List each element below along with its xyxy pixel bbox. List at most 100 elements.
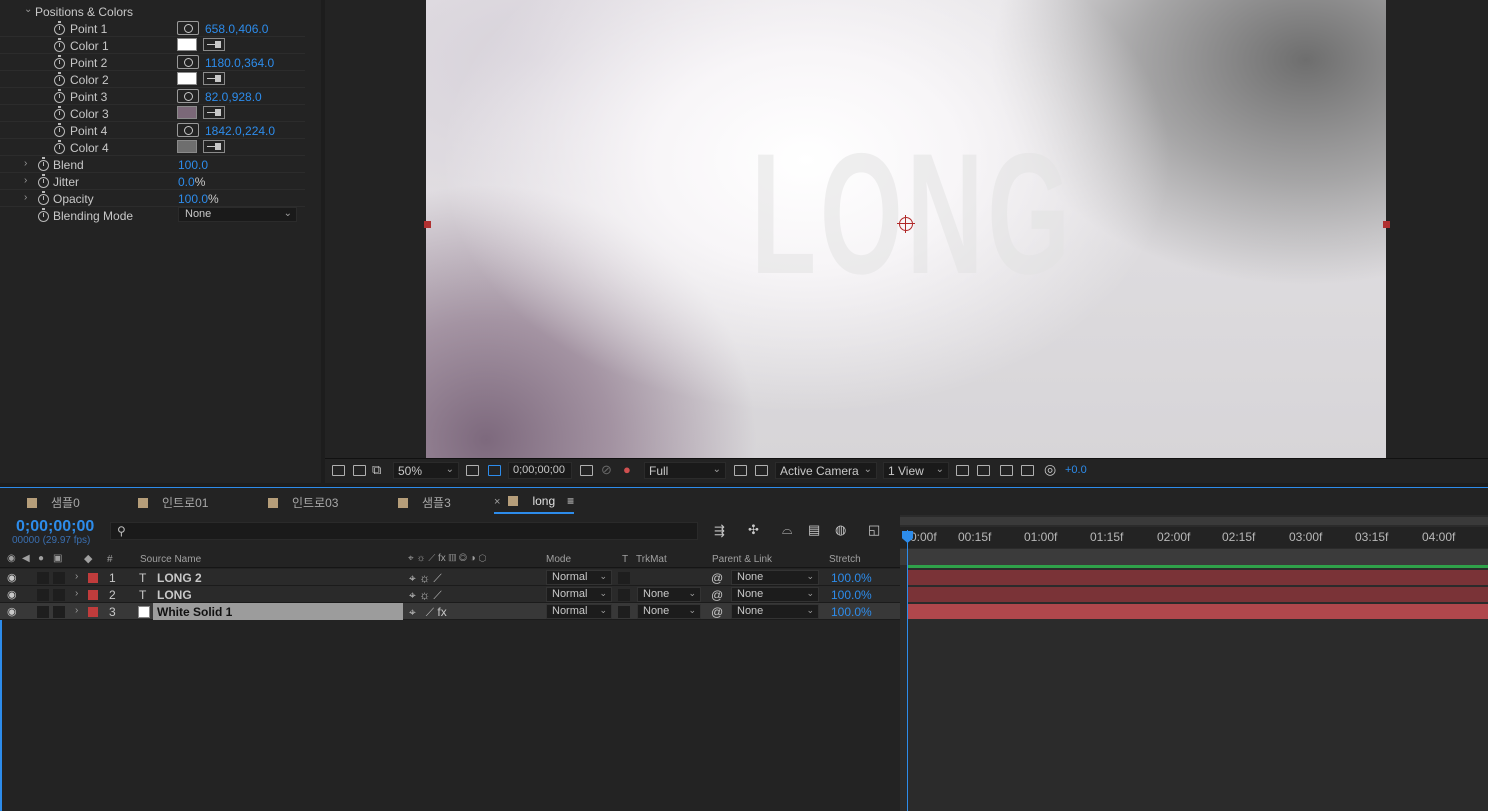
trkmat-dropdown[interactable]: None ⌄: [637, 604, 701, 619]
preserve-transparency-toggle[interactable]: [618, 572, 630, 584]
crosshair-icon[interactable]: [177, 21, 199, 35]
layer-name[interactable]: LONG 2: [157, 571, 202, 585]
camera-snapshot-icon[interactable]: [580, 465, 593, 476]
current-time-indicator[interactable]: [907, 530, 908, 811]
point-3-value[interactable]: 82.0,928.0: [205, 90, 262, 104]
chevron-right-icon[interactable]: ›: [24, 192, 27, 203]
stopwatch-icon[interactable]: [38, 157, 49, 171]
layer-search-input[interactable]: ⚲: [110, 522, 698, 540]
stretch-value[interactable]: 100.0%: [831, 588, 872, 602]
trkmat-dropdown[interactable]: None ⌄: [637, 587, 701, 602]
eye-icon[interactable]: ◉: [7, 605, 17, 618]
source-name-header[interactable]: Source Name: [140, 554, 201, 565]
label-color[interactable]: [88, 590, 98, 600]
layer-row-1[interactable]: ◉ › 1 T LONG 2 ⌖ ☼ ⟋ Normal ⌄ @ None ⌄ 100…: [0, 569, 900, 586]
point-2-value[interactable]: 1180.0,364.0: [205, 56, 274, 70]
toggle-pixel-aspect-icon[interactable]: [956, 465, 969, 476]
audio-icon[interactable]: ◀: [22, 553, 30, 564]
always-preview-icon[interactable]: [332, 465, 345, 476]
layer-name[interactable]: White Solid 1: [157, 605, 232, 619]
transparency-grid-icon[interactable]: [488, 465, 501, 476]
lock-toggle[interactable]: [53, 572, 65, 584]
eye-icon[interactable]: ◉: [7, 553, 16, 564]
eyedropper-icon[interactable]: [203, 106, 225, 119]
monitor-icon[interactable]: [353, 465, 366, 476]
frame-blending-icon[interactable]: ▤: [808, 522, 820, 538]
show-snapshot-icon[interactable]: ⊘: [601, 462, 612, 478]
stopwatch-icon[interactable]: [54, 140, 65, 154]
lock-icon[interactable]: ▣: [53, 553, 62, 564]
stretch-value[interactable]: 100.0%: [831, 571, 872, 585]
stopwatch-icon[interactable]: [38, 174, 49, 188]
pickwhip-icon[interactable]: @: [711, 605, 723, 619]
color-1-swatch[interactable]: [177, 38, 197, 51]
chevron-right-icon[interactable]: ›: [24, 175, 27, 186]
timeline-timecode[interactable]: 0;00;00;00: [16, 518, 94, 536]
lock-toggle[interactable]: [53, 606, 65, 618]
label-icon[interactable]: ◆: [84, 552, 92, 565]
tab-sample0[interactable]: 샘플0: [27, 494, 80, 511]
stopwatch-icon[interactable]: [54, 55, 65, 69]
layer-handle-left[interactable]: [424, 221, 431, 228]
shy-icon[interactable]: ⌓: [782, 522, 792, 538]
eye-icon[interactable]: ◉: [7, 571, 17, 584]
layer-bar-1[interactable]: [908, 570, 1488, 585]
exposure-value[interactable]: +0.0: [1065, 464, 1087, 476]
region-icon[interactable]: [466, 465, 479, 476]
crosshair-icon[interactable]: [177, 123, 199, 137]
chevron-right-icon[interactable]: ›: [24, 158, 27, 169]
stopwatch-icon[interactable]: [54, 89, 65, 103]
color-channels-icon[interactable]: ●: [623, 462, 631, 477]
tab-intro01[interactable]: 인트로01: [138, 494, 208, 511]
chevron-right-icon[interactable]: ›: [75, 571, 78, 582]
parent-dropdown[interactable]: None ⌄: [731, 587, 819, 602]
preserve-transparency-toggle[interactable]: [618, 589, 630, 601]
fast-previews-icon[interactable]: [734, 465, 747, 476]
stopwatch-icon[interactable]: [54, 21, 65, 35]
chevron-down-icon[interactable]: ⌄: [24, 4, 32, 15]
stopwatch-icon[interactable]: [54, 72, 65, 86]
exposure-icon[interactable]: ◎: [1044, 461, 1056, 478]
mode-dropdown[interactable]: Normal ⌄: [546, 570, 612, 585]
anchor-point-icon[interactable]: [897, 215, 915, 233]
eyedropper-icon[interactable]: [203, 38, 225, 51]
mode-dropdown[interactable]: Normal ⌄: [546, 604, 612, 619]
label-color[interactable]: [88, 573, 98, 583]
solo-icon[interactable]: ●: [38, 553, 44, 564]
switches[interactable]: ⌖ ☼ ⟋: [409, 571, 442, 586]
layer-bar-2[interactable]: [908, 587, 1488, 602]
graph-editor-icon[interactable]: ◱: [868, 522, 880, 538]
toggle-transparency-icon[interactable]: [755, 465, 768, 476]
tab-long[interactable]: × long ≡: [494, 494, 575, 514]
stopwatch-icon[interactable]: [38, 208, 49, 222]
view-layout-dropdown[interactable]: 1 View ⌄: [883, 462, 949, 479]
switches[interactable]: ⌖ ☼ ⟋: [409, 588, 442, 603]
layer-name[interactable]: LONG: [157, 588, 192, 602]
eye-icon[interactable]: ◉: [7, 588, 17, 601]
chevron-right-icon[interactable]: ›: [75, 605, 78, 616]
zoom-dropdown[interactable]: 50% ⌄: [393, 462, 459, 479]
close-icon[interactable]: ×: [494, 496, 500, 508]
motion-blur-icon[interactable]: ◍: [835, 522, 846, 538]
preserve-transparency-toggle[interactable]: [618, 606, 630, 618]
mode-dropdown[interactable]: Normal ⌄: [546, 587, 612, 602]
lock-toggle[interactable]: [53, 589, 65, 601]
resolution-dropdown[interactable]: Full ⌄: [644, 462, 726, 479]
comp-text-layer[interactable]: LONG: [751, 128, 1070, 300]
blending-mode-dropdown[interactable]: None ⌄: [178, 207, 297, 222]
layer-bar-3[interactable]: [908, 604, 1488, 619]
composition-flowchart-icon[interactable]: ⇶: [714, 523, 725, 539]
opacity-value[interactable]: 100.0: [178, 192, 208, 206]
fast-preview-icon[interactable]: [977, 465, 990, 476]
blend-value[interactable]: 100.0: [178, 158, 208, 172]
point-4-value[interactable]: 1842.0,224.0: [205, 124, 275, 138]
solo-toggle[interactable]: [37, 572, 49, 584]
timeline-icon[interactable]: [1000, 465, 1013, 476]
flowchart-icon[interactable]: [1021, 465, 1034, 476]
solo-toggle[interactable]: [37, 606, 49, 618]
chevron-right-icon[interactable]: ›: [75, 588, 78, 599]
tab-intro03[interactable]: 인트로03: [268, 494, 338, 511]
color-3-swatch[interactable]: [177, 106, 197, 119]
jitter-value[interactable]: 0.0: [178, 175, 195, 189]
draft-3d-icon[interactable]: ✣: [748, 522, 759, 538]
